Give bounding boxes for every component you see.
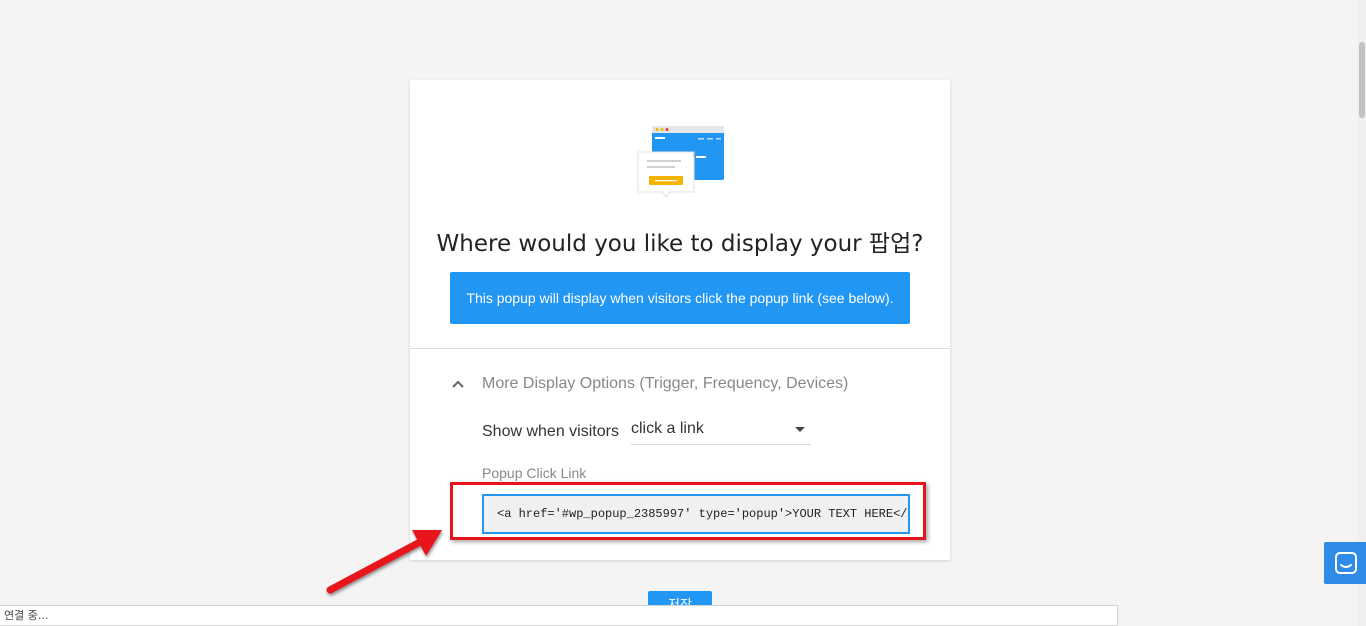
caret-down-icon	[794, 427, 805, 432]
popup-illustration: ×	[637, 126, 724, 198]
status-bar: 연결 중...	[0, 605, 1118, 626]
popup-click-link-input[interactable]: <a href='#wp_popup_2385997' type='popup'…	[482, 494, 910, 534]
more-display-options-toggle[interactable]: More Display Options (Trigger, Frequency…	[448, 374, 848, 394]
trigger-select-value: click a link	[630, 420, 704, 437]
chat-icon	[1335, 552, 1357, 574]
scrollbar-thumb[interactable]	[1359, 42, 1365, 118]
more-display-options-label: More Display Options (Trigger, Frequency…	[482, 375, 849, 392]
divider	[410, 348, 950, 349]
chevron-up-icon	[452, 380, 464, 388]
popup-click-link-label: Popup Click Link	[482, 465, 587, 481]
page-title: Where would you like to display your 팝업?	[436, 231, 924, 257]
display-settings-card: × Where would you like to display your 팝…	[410, 80, 950, 560]
svg-text:×: ×	[692, 152, 697, 159]
page: × Where would you like to display your 팝…	[0, 0, 1366, 626]
trigger-select[interactable]: click a link	[630, 418, 811, 445]
display-notice: This popup will display when visitors cl…	[450, 272, 910, 324]
highlight-box: <a href='#wp_popup_2385997' type='popup'…	[450, 482, 926, 540]
show-when-row: Show when visitors click a link	[482, 418, 811, 445]
chat-button[interactable]	[1324, 542, 1366, 584]
show-when-label: Show when visitors	[482, 422, 619, 440]
